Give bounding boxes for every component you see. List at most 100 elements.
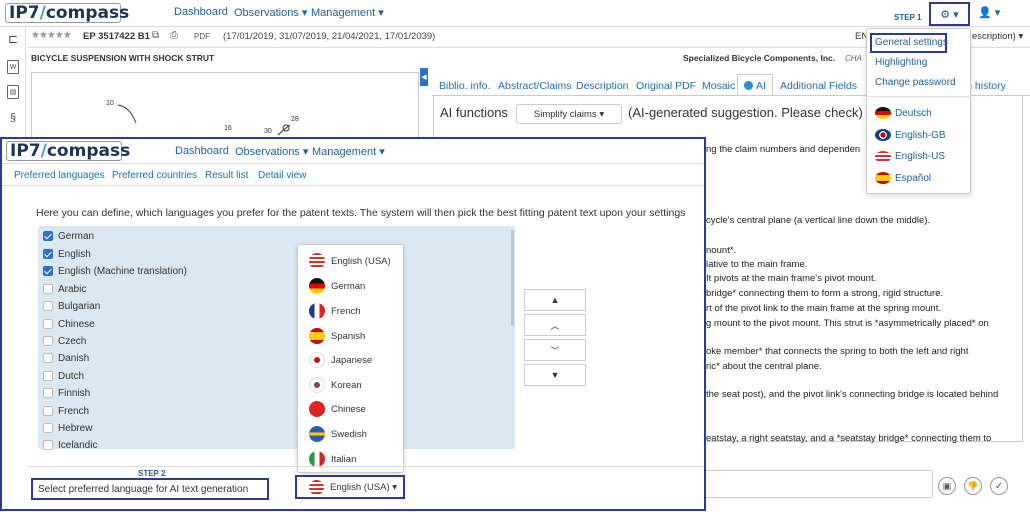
checkbox[interactable]: [43, 336, 53, 346]
ai-option[interactable]: French: [309, 302, 361, 320]
language-row[interactable]: Chinese: [43, 317, 95, 331]
language-label: Finnish: [58, 387, 91, 399]
checkbox[interactable]: [43, 301, 53, 311]
language-list-scrollbar[interactable]: [511, 230, 514, 326]
overlay-nav-management[interactable]: Management ▾: [312, 145, 385, 158]
checkbox[interactable]: [43, 284, 53, 294]
ai-option[interactable]: English (USA): [309, 252, 391, 270]
checkbox[interactable]: [43, 371, 53, 381]
step1-label: STEP 1: [894, 13, 922, 22]
menu-lang-espanol[interactable]: Español: [895, 173, 931, 184]
tab-abstract-claims[interactable]: Abstract/Claims: [498, 80, 572, 92]
copy-icon[interactable]: ⧉: [152, 30, 159, 41]
menu-general-settings[interactable]: General settings: [875, 37, 948, 48]
language-row[interactable]: Czech: [43, 334, 86, 348]
language-row[interactable]: Bulgarian: [43, 299, 100, 313]
language-row[interactable]: Finnish: [43, 386, 90, 400]
menu-change-password[interactable]: Change password: [875, 77, 956, 88]
subtab-preferred-languages[interactable]: Preferred languages: [14, 170, 105, 181]
overlay-nav-dashboard[interactable]: Dashboard: [175, 145, 229, 157]
language-row[interactable]: Danish: [43, 351, 89, 365]
checkbox-checked[interactable]: [43, 249, 53, 259]
check-icon[interactable]: ✓: [990, 477, 1008, 495]
tab-ai-label: AI: [756, 79, 766, 92]
checkbox[interactable]: [43, 353, 53, 363]
language-row[interactable]: French: [43, 404, 89, 418]
pdf-link[interactable]: PDF: [194, 32, 210, 41]
ai-option[interactable]: Korean: [309, 376, 362, 394]
thumbs-down-icon[interactable]: 👎: [964, 477, 982, 495]
subtab-preferred-countries[interactable]: Preferred countries: [112, 170, 197, 181]
menu-lang-deutsch[interactable]: Deutsch: [895, 108, 932, 119]
print-icon[interactable]: ⎙: [170, 30, 178, 41]
flag-japan-icon: [309, 352, 325, 368]
ai-option[interactable]: Japanese: [309, 351, 372, 369]
checkbox-checked[interactable]: [43, 266, 53, 276]
ai-function-value: Simplify claims ▾: [533, 108, 605, 120]
nav-dashboard[interactable]: Dashboard: [174, 6, 228, 18]
language-label: Bulgarian: [58, 300, 101, 312]
language-list[interactable]: [38, 226, 515, 449]
tab-ai[interactable]: AI: [737, 74, 773, 96]
ai-prompt-input[interactable]: [706, 470, 933, 498]
menu-highlighting[interactable]: Highlighting: [875, 57, 927, 68]
move-down-button[interactable]: ﹀: [524, 339, 586, 361]
tab-mosaic[interactable]: Mosaic: [702, 80, 735, 92]
user-menu-button[interactable]: 👤 ▾: [978, 6, 1000, 19]
description-select[interactable]: escription) ▾: [972, 31, 1023, 42]
step2-box: Select preferred language for AI text ge…: [31, 478, 269, 500]
ai-option-label: Korean: [331, 379, 362, 391]
checkbox[interactable]: [43, 440, 53, 450]
language-row[interactable]: Hebrew: [43, 421, 92, 435]
section-icon[interactable]: §: [7, 111, 19, 125]
subtab-detail-view[interactable]: Detail view: [258, 170, 306, 181]
chevron-down-icon: ﹀: [550, 345, 560, 356]
language-row[interactable]: German: [43, 229, 94, 243]
overlay-nav-observations[interactable]: Observations ▾: [235, 145, 308, 158]
save-icon[interactable]: ▣: [938, 477, 956, 495]
language-label: French: [58, 405, 90, 417]
language-row[interactable]: Arabic: [43, 282, 86, 296]
checkbox[interactable]: [43, 388, 53, 398]
menu-lang-english-us[interactable]: English-US: [895, 151, 945, 162]
ai-option[interactable]: Chinese: [309, 400, 366, 418]
language-row[interactable]: Dutch: [43, 369, 84, 383]
nav-management[interactable]: Management ▾: [311, 6, 384, 19]
move-up-button[interactable]: ︿: [524, 314, 586, 336]
ai-option[interactable]: Spanish: [309, 327, 365, 345]
ai-option[interactable]: German: [309, 277, 365, 295]
tab-description[interactable]: Description: [576, 80, 629, 92]
settings-button[interactable]: ⚙ ▾: [929, 2, 970, 26]
ai-function-select[interactable]: Simplify claims ▾: [516, 104, 622, 124]
patent-title: BICYCLE SUSPENSION WITH SHOCK STRUT: [31, 53, 215, 63]
tab-additional-fields[interactable]: Additional Fields: [780, 80, 857, 92]
pdf-doc-icon[interactable]: ▤: [7, 85, 19, 99]
ai-language-select[interactable]: English (USA) ▾: [295, 475, 405, 499]
move-top-button[interactable]: ▲: [524, 289, 586, 311]
language-label: Danish: [58, 352, 90, 364]
ai-text-line: It pivots at the main frame's pivot moun…: [706, 273, 877, 284]
step2-label: STEP 2: [138, 469, 166, 478]
tab-biblio[interactable]: Biblio. info.: [439, 80, 490, 92]
language-row[interactable]: Icelandic: [43, 438, 97, 452]
ai-option-label: Chinese: [331, 403, 366, 415]
checkbox[interactable]: [43, 423, 53, 433]
language-row[interactable]: English (Machine translation): [43, 264, 187, 278]
panel-collapse-button[interactable]: ◀: [420, 68, 428, 86]
tree-icon[interactable]: ⊏: [7, 32, 19, 46]
ai-option[interactable]: Swedish: [309, 425, 367, 443]
rating-stars[interactable]: ★★★★★: [31, 30, 72, 41]
bottom-divider: [28, 466, 704, 467]
language-label: English (Machine translation): [58, 265, 187, 277]
checkbox[interactable]: [43, 319, 53, 329]
word-doc-icon[interactable]: W: [7, 60, 19, 74]
language-row[interactable]: English: [43, 247, 91, 261]
ai-option-label: Japanese: [331, 354, 373, 366]
menu-lang-english-gb[interactable]: English-GB: [895, 130, 946, 141]
checkbox[interactable]: [43, 406, 53, 416]
nav-observations[interactable]: Observations ▾: [234, 6, 307, 19]
checkbox-checked[interactable]: [43, 231, 53, 241]
move-bottom-button[interactable]: ▼: [524, 364, 586, 386]
tab-original-pdf[interactable]: Original PDF: [636, 80, 696, 92]
subtab-result-list[interactable]: Result list: [205, 170, 248, 181]
